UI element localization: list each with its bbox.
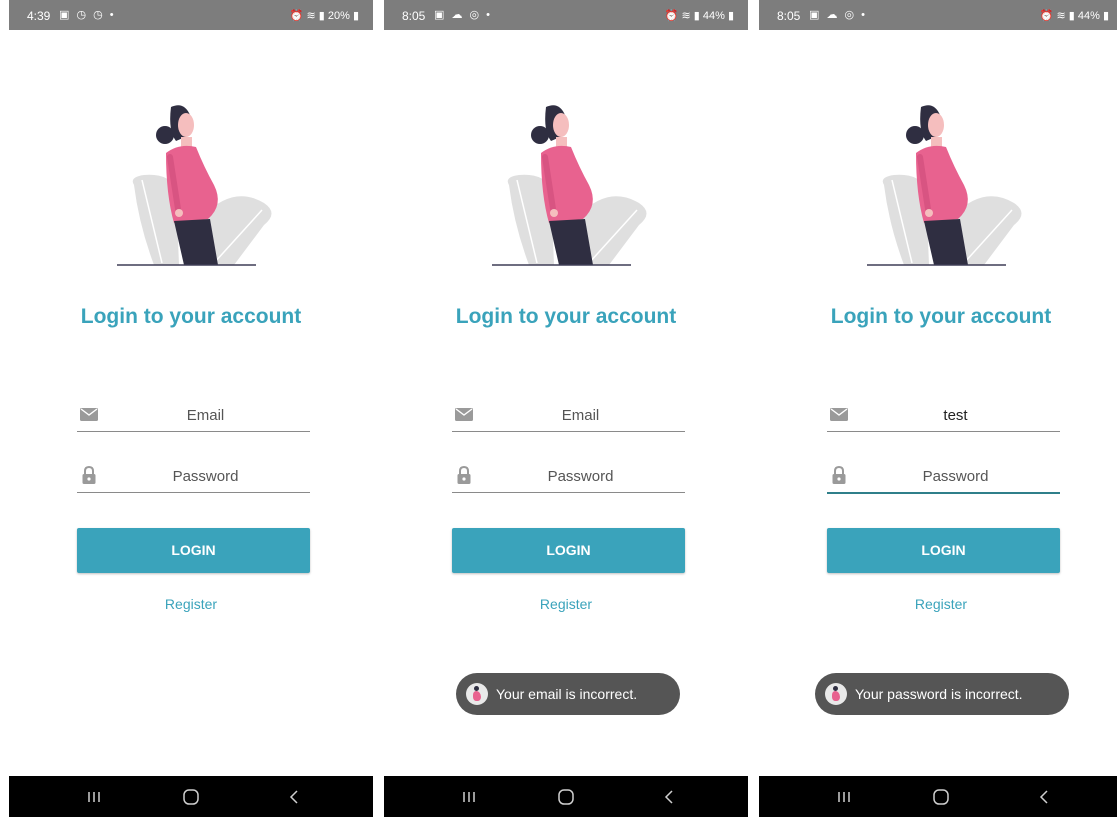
toast-message: Your password is incorrect. <box>855 686 1023 702</box>
email-icon <box>830 408 848 421</box>
password-input[interactable]: Password <box>476 468 685 485</box>
notification-icons: ▣ ◷ ◷ • <box>59 9 116 21</box>
status-bar: 4:39 ▣ ◷ ◷ • ⏰ ≋ ▮ 20% ▮ <box>9 0 373 30</box>
navigation-bar <box>384 776 748 817</box>
signal-icon: ▮ <box>318 10 325 22</box>
password-field[interactable]: Password <box>77 462 310 493</box>
status-right: ⏰ ≋ ▮ 20% ▮ <box>290 9 359 22</box>
password-field[interactable]: Password <box>827 462 1060 494</box>
page-title: Login to your account <box>80 305 302 328</box>
alarm-icon: ⏰ <box>289 10 304 22</box>
alarm-icon: ⏰ <box>1039 10 1054 22</box>
app-logo-icon <box>466 683 488 705</box>
back-icon[interactable] <box>279 786 309 808</box>
error-toast: Your email is incorrect. <box>456 673 680 715</box>
wifi-icon: ≋ <box>681 10 691 22</box>
email-input[interactable]: Email <box>101 407 310 424</box>
wifi-icon: ≋ <box>306 10 316 22</box>
lock-icon <box>82 466 96 484</box>
recent-apps-icon[interactable] <box>454 786 484 808</box>
status-bar: 8:05 ▣ ☁ ◎ • ⏰ ≋ ▮ 44% ▮ <box>384 0 748 30</box>
password-input[interactable]: Password <box>101 468 310 485</box>
battery-icon: ▮ <box>1102 10 1109 22</box>
home-icon[interactable] <box>176 786 206 808</box>
email-icon <box>455 408 473 421</box>
status-right: ⏰ ≋ ▮ 44% ▮ <box>1040 9 1109 22</box>
notification-icons: ▣ ☁ ◎ • <box>809 9 868 21</box>
password-input[interactable]: Password <box>851 468 1060 485</box>
pregnant-woman-illustration <box>867 105 1022 266</box>
login-screen-1: 4:39 ▣ ◷ ◷ • ⏰ ≋ ▮ 20% ▮ Login to your ac <box>9 0 373 817</box>
pregnant-woman-illustration <box>492 105 647 266</box>
lock-icon <box>457 466 471 484</box>
status-time: 4:39 <box>27 9 51 23</box>
home-icon[interactable] <box>926 786 956 808</box>
login-button[interactable]: LOGIN <box>452 528 685 573</box>
page-title: Login to your account <box>455 305 677 328</box>
email-input[interactable]: Email <box>476 407 685 424</box>
lock-icon <box>832 466 846 484</box>
back-icon[interactable] <box>654 786 684 808</box>
recent-apps-icon[interactable] <box>829 786 859 808</box>
email-field[interactable]: Email <box>77 401 310 432</box>
login-screen-2: 8:05 ▣ ☁ ◎ • ⏰ ≋ ▮ 44% ▮ Login to your ac <box>384 0 748 817</box>
password-field[interactable]: Password <box>452 462 685 493</box>
battery-level: 20% <box>327 10 350 22</box>
email-field[interactable]: Email <box>452 401 685 432</box>
wifi-icon: ≋ <box>1056 10 1066 22</box>
page-title: Login to your account <box>830 305 1052 328</box>
toast-message: Your email is incorrect. <box>496 686 638 702</box>
home-icon[interactable] <box>551 786 581 808</box>
recent-apps-icon[interactable] <box>79 786 109 808</box>
status-right: ⏰ ≋ ▮ 44% ▮ <box>665 9 734 22</box>
email-input[interactable]: test <box>851 407 1060 424</box>
register-link[interactable]: Register <box>384 596 748 612</box>
signal-icon: ▮ <box>693 10 700 22</box>
error-toast: Your password is incorrect. <box>815 673 1069 715</box>
register-link[interactable]: Register <box>759 596 1117 612</box>
status-bar: 8:05 ▣ ☁ ◎ • ⏰ ≋ ▮ 44% ▮ <box>759 0 1117 30</box>
navigation-bar <box>9 776 373 817</box>
status-time: 8:05 <box>402 9 426 23</box>
login-button[interactable]: LOGIN <box>77 528 310 573</box>
email-icon <box>80 408 98 421</box>
register-link[interactable]: Register <box>9 596 373 612</box>
navigation-bar <box>759 776 1117 817</box>
pregnant-woman-illustration <box>117 105 272 266</box>
email-field[interactable]: test <box>827 401 1060 432</box>
back-icon[interactable] <box>1029 786 1059 808</box>
notification-icons: ▣ ☁ ◎ • <box>434 9 493 21</box>
login-screen-3: 8:05 ▣ ☁ ◎ • ⏰ ≋ ▮ 44% ▮ Login to your ac <box>759 0 1117 817</box>
login-button[interactable]: LOGIN <box>827 528 1060 573</box>
signal-icon: ▮ <box>1068 10 1075 22</box>
alarm-icon: ⏰ <box>664 10 679 22</box>
battery-level: 44% <box>1077 10 1100 22</box>
battery-level: 44% <box>702 10 725 22</box>
battery-icon: ▮ <box>727 10 734 22</box>
battery-icon: ▮ <box>352 10 359 22</box>
status-time: 8:05 <box>777 9 801 23</box>
app-logo-icon <box>825 683 847 705</box>
